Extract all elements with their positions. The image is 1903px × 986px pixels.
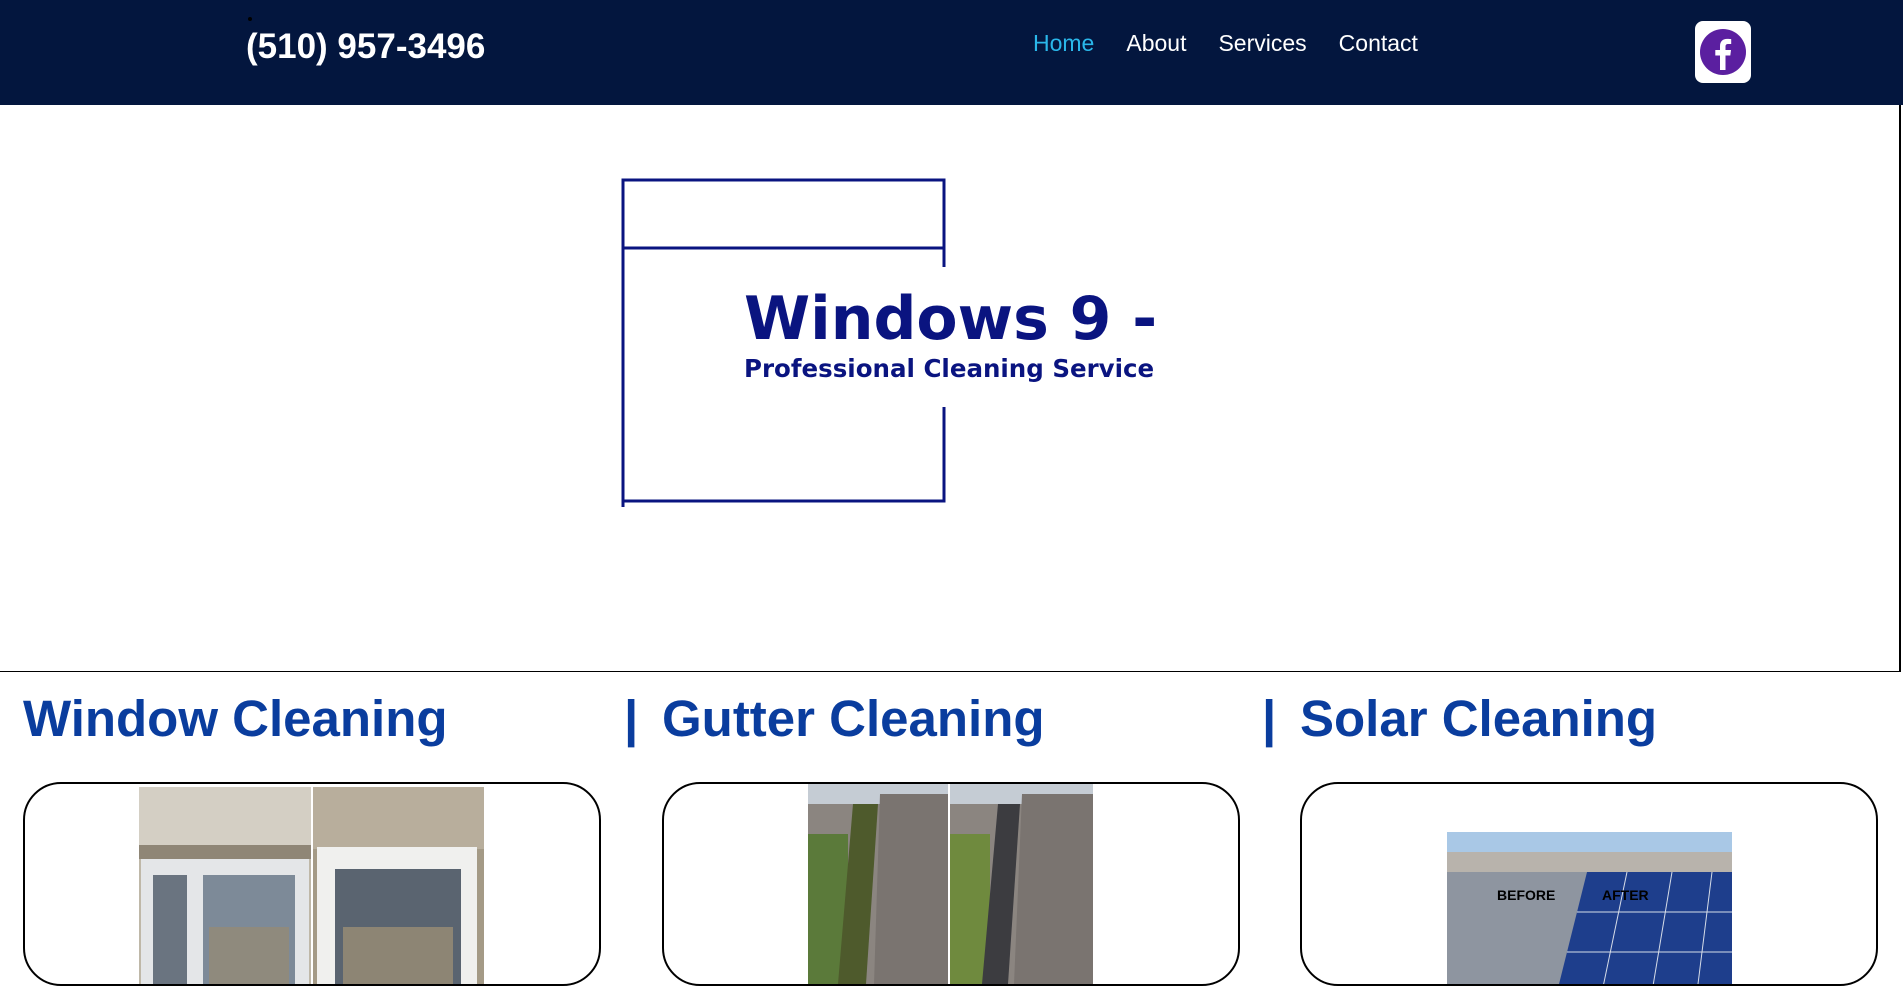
- facebook-icon: [1700, 29, 1746, 75]
- nav-services[interactable]: Services: [1218, 26, 1306, 60]
- facebook-button[interactable]: [1695, 21, 1751, 83]
- solar-before-after-photo: BEFORE AFTER: [1447, 832, 1732, 984]
- solar-cleaning-card[interactable]: BEFORE AFTER: [1300, 782, 1878, 986]
- gutter-cleaning-heading: Gutter Cleaning: [662, 690, 1045, 747]
- phone-number-link[interactable]: (510) 957-3496: [246, 25, 485, 69]
- nav-about[interactable]: About: [1126, 26, 1186, 60]
- main-nav: Home About Services Contact: [1033, 26, 1450, 60]
- before-label: BEFORE: [1497, 887, 1555, 903]
- window-before-after-photo: [139, 787, 484, 984]
- hero-section: Windows 9 - 5 Professional Cleaning Serv…: [0, 105, 1901, 672]
- nav-contact[interactable]: Contact: [1339, 26, 1418, 60]
- heading-separator: |: [1262, 690, 1277, 747]
- window-cleaning-heading: Window Cleaning: [23, 690, 448, 747]
- gutter-cleaning-card[interactable]: [662, 782, 1240, 986]
- nav-home[interactable]: Home: [1033, 26, 1094, 60]
- heading-separator: |: [624, 690, 639, 747]
- window-cleaning-card[interactable]: [23, 782, 601, 986]
- after-label: AFTER: [1602, 887, 1649, 903]
- logo-title: Windows 9 - 5: [744, 284, 1180, 354]
- decorative-dot: [248, 17, 252, 21]
- solar-cleaning-heading: Solar Cleaning: [1300, 690, 1658, 747]
- gutter-before-after-photo: [808, 784, 1093, 984]
- company-logo: Windows 9 - 5 Professional Cleaning Serv…: [621, 178, 1180, 507]
- top-bar: (510) 957-3496 Home About Services Conta…: [0, 0, 1903, 105]
- logo-subtitle: Professional Cleaning Service: [744, 354, 1154, 383]
